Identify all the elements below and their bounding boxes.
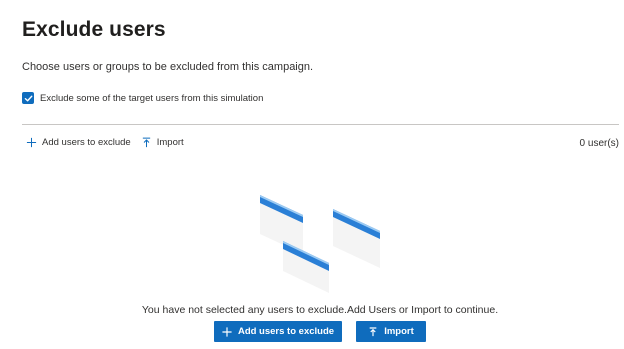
check-icon <box>24 95 32 101</box>
exclude-users-checkbox[interactable]: Exclude some of the target users from th… <box>22 92 263 104</box>
add-icon <box>222 326 232 337</box>
import-icon <box>142 137 150 148</box>
add-icon <box>26 137 37 148</box>
add-users-toolbar-label: Add users to exclude <box>42 137 131 148</box>
import-button[interactable]: Import <box>356 321 426 342</box>
add-users-button-label: Add users to exclude <box>237 326 335 337</box>
section-divider <box>22 124 619 125</box>
user-count: 0 user(s) <box>579 138 619 149</box>
card-right <box>333 209 380 268</box>
toolbar: Add users to exclude Import <box>26 137 184 148</box>
page-description: Choose users or groups to be excluded fr… <box>22 61 314 73</box>
empty-state-illustration <box>260 195 380 293</box>
checkbox-checked-box[interactable] <box>22 92 34 104</box>
import-toolbar-button[interactable]: Import <box>141 137 184 148</box>
page-title: Exclude users <box>22 18 166 41</box>
add-users-toolbar-button[interactable]: Add users to exclude <box>26 137 131 148</box>
import-icon <box>369 326 377 336</box>
import-button-label: Import <box>384 326 414 337</box>
import-toolbar-label: Import <box>156 137 184 148</box>
card-back-left <box>260 195 303 254</box>
empty-state-actions: Add users to exclude Import <box>214 321 426 342</box>
card-front <box>283 241 329 293</box>
empty-state-message: You have not selected any users to exclu… <box>141 304 499 316</box>
add-users-button[interactable]: Add users to exclude <box>214 321 342 342</box>
checkbox-label: Exclude some of the target users from th… <box>40 92 264 104</box>
